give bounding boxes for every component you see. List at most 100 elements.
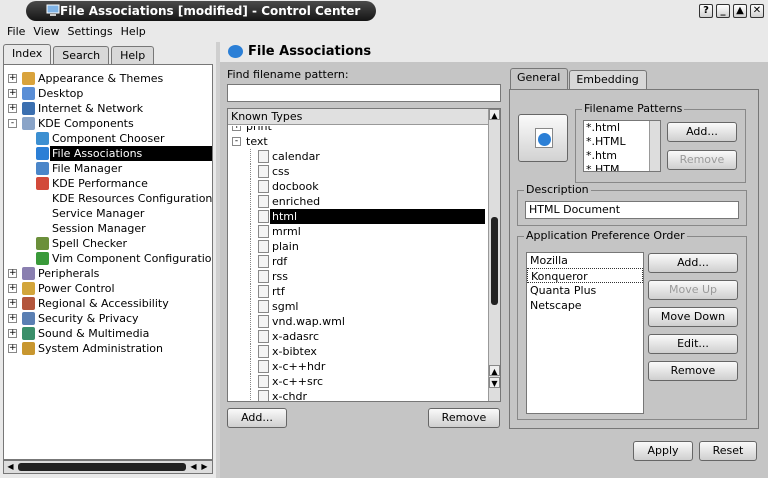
tree-item[interactable]: Vim Component Configuration — [36, 251, 212, 266]
tree-item[interactable]: + Power Control — [8, 281, 212, 296]
expand-icon[interactable]: + — [8, 269, 17, 278]
type-row[interactable]: html — [228, 209, 490, 224]
type-row[interactable]: - text — [228, 134, 490, 149]
tab-help[interactable]: Help — [111, 46, 155, 66]
add-app-button[interactable]: Add... — [648, 253, 738, 273]
list-item[interactable]: *.HTM — [586, 163, 619, 171]
tree-item[interactable]: KDE Performance — [36, 176, 212, 191]
expand-icon[interactable]: + — [8, 329, 17, 338]
collapse-icon[interactable]: - — [232, 137, 241, 146]
tree-item[interactable]: Component Chooser — [36, 131, 212, 146]
add-pattern-button[interactable]: Add... — [667, 122, 737, 142]
tree-item[interactable]: + Internet & Network — [8, 101, 212, 116]
module-tree[interactable]: + Appearance & Themes + Desktop + Internet & … — [3, 64, 213, 460]
edit-app-button[interactable]: Edit... — [648, 334, 738, 354]
collapse-icon[interactable]: - — [8, 119, 17, 128]
tree-item[interactable]: - KDE Components — [8, 116, 212, 131]
tree-item[interactable]: + System Administration — [8, 341, 212, 356]
menu-help[interactable]: Help — [118, 22, 151, 42]
scroll-up-arrow-icon[interactable]: ▲ — [489, 109, 500, 120]
tree-horizontal-scrollbar[interactable]: ◀ ◀ ▶ — [3, 460, 213, 474]
tab-embedding[interactable]: Embedding — [569, 70, 647, 90]
tree-item[interactable]: + Regional & Accessibility — [8, 296, 212, 311]
type-row[interactable]: css — [228, 164, 490, 179]
close-button[interactable]: ✕ — [750, 4, 764, 18]
type-row[interactable]: sgml — [228, 299, 490, 314]
type-row[interactable]: x-bibtex — [228, 344, 490, 359]
maximize-button[interactable]: ▲ — [733, 4, 747, 18]
list-item[interactable]: Netscape — [527, 298, 643, 313]
list-item[interactable]: Mozilla — [527, 253, 643, 268]
type-row[interactable]: docbook — [228, 179, 490, 194]
help-window-button[interactable]: ? — [699, 4, 713, 18]
scrollbar-thumb[interactable] — [18, 463, 186, 471]
filename-patterns-list[interactable]: *.html *.HTML *.htm *.HTM — [583, 120, 661, 172]
description-input[interactable]: HTML Document — [525, 201, 739, 219]
tree-item[interactable]: + Desktop — [8, 86, 212, 101]
type-row[interactable]: rdf — [228, 254, 490, 269]
type-row[interactable]: mrml — [228, 224, 490, 239]
type-row[interactable]: x-c++hdr — [228, 359, 490, 374]
tab-general[interactable]: General — [510, 68, 569, 90]
list-item[interactable]: Quanta Plus — [527, 283, 643, 298]
apply-button[interactable]: Apply — [633, 441, 693, 461]
list-item[interactable]: Konqueror — [527, 268, 643, 283]
tab-search[interactable]: Search — [53, 46, 110, 66]
type-row[interactable]: x-c++src — [228, 374, 490, 389]
scroll-left-arrow-icon[interactable]: ◀ — [188, 462, 199, 472]
type-row[interactable]: vnd.wap.wml — [228, 314, 490, 329]
type-row[interactable]: enriched — [228, 194, 490, 209]
tree-item[interactable]: File Manager — [36, 161, 212, 176]
tree-item[interactable]: File Associations — [36, 146, 212, 161]
type-row[interactable]: rtf — [228, 284, 490, 299]
tree-item[interactable]: + Sound & Multimedia — [8, 326, 212, 341]
expand-icon[interactable]: + — [8, 104, 17, 113]
tree-item[interactable]: + Appearance & Themes — [8, 71, 212, 86]
type-row[interactable]: x-chdr — [228, 389, 490, 401]
type-row[interactable]: calendar — [228, 149, 490, 164]
expand-icon[interactable]: + — [8, 314, 17, 323]
scroll-right-arrow-icon[interactable]: ▶ — [199, 462, 210, 472]
type-row[interactable]: plain — [228, 239, 490, 254]
expand-icon[interactable]: + — [8, 89, 17, 98]
pattern-input[interactable] — [227, 84, 501, 102]
expand-icon[interactable]: + — [232, 126, 241, 131]
expand-icon[interactable]: + — [8, 74, 17, 83]
scroll-left-arrow-icon[interactable]: ◀ — [5, 462, 16, 472]
type-row[interactable]: + print — [228, 126, 490, 134]
known-types-list[interactable]: Known Types + print - text calendar css docboo… — [227, 108, 501, 402]
menu-file[interactable]: File — [4, 22, 30, 42]
list-item[interactable]: *.HTML — [586, 135, 626, 149]
type-row[interactable]: rss — [228, 269, 490, 284]
tree-item[interactable]: Spell Checker — [36, 236, 212, 251]
expand-icon[interactable]: + — [8, 344, 17, 353]
move-down-button[interactable]: Move Down — [648, 307, 738, 327]
list-item[interactable]: *.htm — [586, 149, 617, 163]
patterns-scrollbar[interactable] — [649, 121, 660, 171]
menu-settings[interactable]: Settings — [65, 22, 118, 42]
reset-button[interactable]: Reset — [699, 441, 757, 461]
scrollbar-thumb[interactable] — [491, 217, 498, 305]
tree-item[interactable]: KDE Resources Configuration — [36, 191, 212, 206]
scroll-down-arrow-icon[interactable]: ▼ — [489, 377, 500, 388]
scroll-up-arrow-icon[interactable]: ▲ — [489, 365, 500, 376]
tree-item[interactable]: Service Manager — [36, 206, 212, 221]
remove-app-button[interactable]: Remove — [648, 361, 738, 381]
list-item[interactable]: *.html — [586, 121, 620, 135]
types-vertical-scrollbar[interactable]: ▲ ▲ ▼ — [488, 109, 500, 401]
expand-icon[interactable]: + — [8, 299, 17, 308]
tab-index[interactable]: Index — [3, 44, 52, 66]
mimetype-icon-button[interactable] — [518, 114, 568, 162]
known-types-header[interactable]: Known Types — [228, 109, 490, 125]
tree-item[interactable]: + Peripherals — [8, 266, 212, 281]
app-preference-list[interactable]: Mozilla Konqueror Quanta Plus Netscape — [526, 252, 644, 414]
move-up-button[interactable]: Move Up — [648, 280, 738, 300]
expand-icon[interactable]: + — [8, 284, 17, 293]
remove-pattern-button[interactable]: Remove — [667, 150, 737, 170]
tree-item[interactable]: Session Manager — [36, 221, 212, 236]
remove-type-button[interactable]: Remove — [428, 408, 500, 428]
minimize-button[interactable]: _ — [716, 4, 730, 18]
type-row[interactable]: x-adasrc — [228, 329, 490, 344]
add-type-button[interactable]: Add... — [227, 408, 287, 428]
menu-view[interactable]: View — [30, 22, 64, 42]
